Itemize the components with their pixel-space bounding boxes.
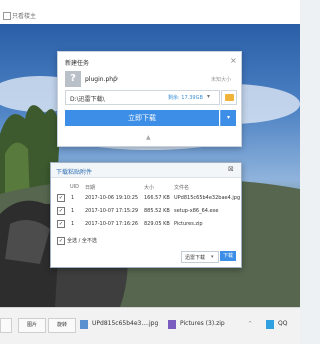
only-op-checkbox[interactable]: [3, 12, 11, 20]
column-filename: 文件名: [174, 185, 190, 191]
chevron-down-icon[interactable]: ▾: [207, 93, 210, 100]
zip-file-icon: [168, 320, 176, 329]
dialog-header: 下载粘贴附件 ⊠: [51, 163, 241, 178]
free-space: 剩余: 17.39GB: [168, 95, 203, 101]
close-icon[interactable]: ×: [230, 56, 237, 65]
downloader-value: 迅雷下载: [185, 255, 206, 261]
row-uid: 1: [71, 195, 75, 201]
collapse-icon[interactable]: ▲: [146, 134, 151, 141]
download-options-dropdown[interactable]: ▾: [220, 110, 236, 126]
row-size: 829.05 KB: [144, 221, 170, 227]
column-size: 大小: [144, 185, 155, 191]
row-checkbox[interactable]: ✓: [57, 207, 65, 215]
downloader-select[interactable]: 迅雷下载 ▾: [181, 251, 219, 263]
download-item-jpg[interactable]: UPd815c65b4e3....jpg: [92, 320, 158, 327]
row-date: 2017-10-07 17:15:29: [85, 208, 139, 214]
row-date: 2017-10-07 17:16:26: [85, 221, 139, 227]
new-task-dialog: 新建任务 × ? plugin.php ✎ 未知大小 D:\迅雷下载\ 剩余: …: [57, 51, 242, 147]
image-file-icon: [80, 320, 88, 329]
qq-icon: [266, 320, 274, 329]
clipboard-download-dialog: 下载粘贴附件 ⊠ UID 日期 大小 文件名 ✓ 1 2017-10-06 19…: [50, 162, 242, 268]
row-filename: Pictures.zip: [174, 221, 203, 227]
chevron-up-icon[interactable]: ^: [248, 321, 252, 327]
row-uid: 1: [71, 221, 75, 227]
select-all-checkbox[interactable]: ✓: [57, 237, 65, 245]
taskbar-edge-button[interactable]: [0, 318, 12, 333]
file-size: 未知大小: [211, 77, 232, 83]
browse-folder-button[interactable]: [221, 90, 237, 105]
chevron-down-icon: ▾: [211, 254, 214, 260]
table-row[interactable]: ✓ 1 2017-10-07 17:15:29 885.52 KB setup-…: [51, 205, 241, 217]
row-filename: UPd815c65b4e32bae4.jpg: [174, 195, 241, 201]
file-name: plugin.php: [85, 76, 117, 83]
download-item-zip[interactable]: Pictures (3).zip: [180, 320, 225, 327]
save-path: D:\迅雷下载\: [70, 96, 105, 103]
close-icon[interactable]: ⊠: [228, 165, 236, 173]
download-item-qq[interactable]: QQ: [278, 320, 287, 327]
table-row[interactable]: ✓ 1 2017-10-06 19:10:25 166.57 KB UPd815…: [51, 192, 241, 204]
dialog-title: 新建任务: [65, 60, 90, 67]
folder-icon: [225, 94, 234, 101]
download-button[interactable]: 下载: [220, 251, 236, 261]
select-all-label[interactable]: 全选 / 全不选: [67, 237, 97, 244]
page-header: 只看楼主: [0, 0, 300, 25]
only-op-label[interactable]: 只看楼主: [12, 11, 36, 20]
row-filename: setup-x86_64.exe: [174, 208, 219, 214]
edit-icon[interactable]: ✎: [114, 75, 119, 82]
table-row[interactable]: ✓ 1 2017-10-07 17:16:26 829.05 KB Pictur…: [51, 218, 241, 230]
taskbar-button-rotate[interactable]: 旋转: [48, 318, 76, 333]
column-uid: UID: [70, 184, 79, 190]
save-path-field[interactable]: D:\迅雷下载\ 剩余: 17.39GB ▾: [65, 90, 220, 105]
row-date: 2017-10-06 19:10:25: [85, 195, 139, 201]
download-now-button[interactable]: 立即下载: [65, 110, 219, 126]
dialog-title: 下载粘贴附件: [56, 169, 93, 176]
taskbar-button-pictures[interactable]: 图片: [18, 318, 46, 333]
file-question-icon: ?: [65, 71, 81, 87]
row-checkbox[interactable]: ✓: [57, 220, 65, 228]
chevron-up-icon[interactable]: ^: [150, 321, 154, 327]
row-uid: 1: [71, 208, 75, 214]
row-size: 885.52 KB: [144, 208, 170, 214]
row-size: 166.57 KB: [144, 195, 170, 201]
row-checkbox[interactable]: ✓: [57, 194, 65, 202]
column-date: 日期: [85, 185, 96, 191]
